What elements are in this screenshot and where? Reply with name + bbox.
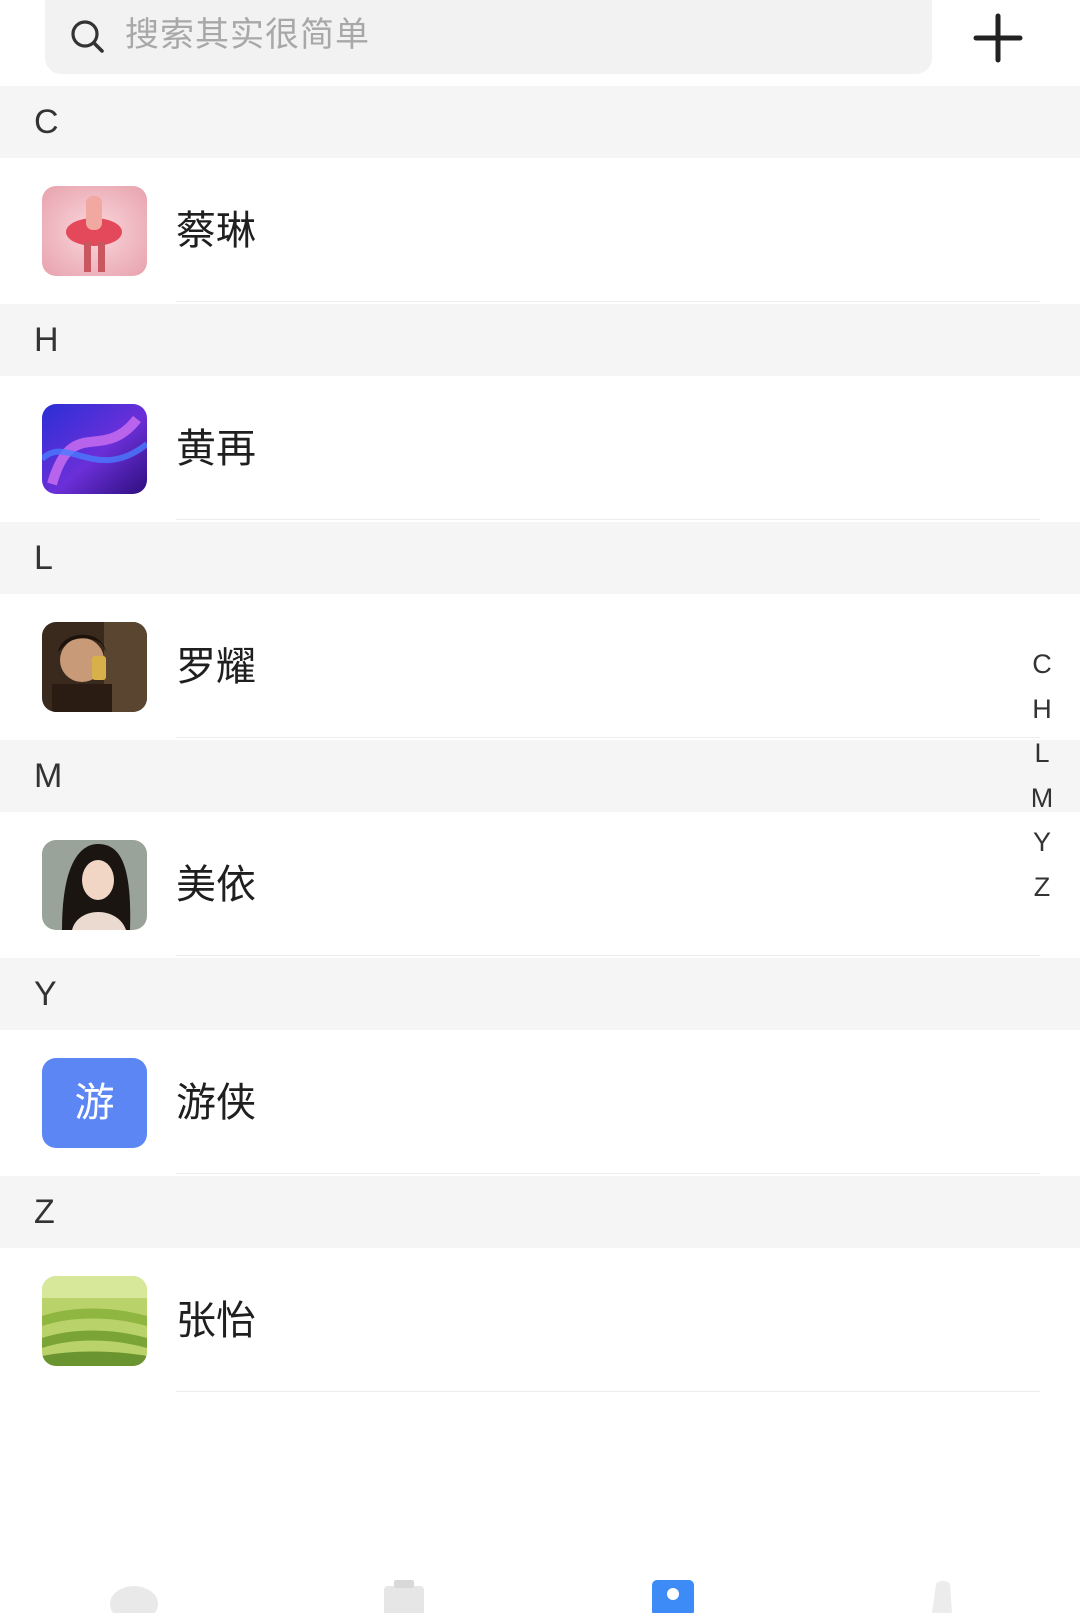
- contact-list: C 蔡琳 H 黄再 L 罗耀 M 美依 Y 游 游侠 Z 张怡: [0, 86, 1080, 1394]
- more-icon[interactable]: [922, 1578, 962, 1613]
- index-letter-c[interactable]: C: [1022, 642, 1062, 687]
- contact-row[interactable]: 美依: [0, 812, 1080, 958]
- avatar: [42, 404, 147, 494]
- contacts-card-icon[interactable]: [380, 1578, 428, 1613]
- section-letter: H: [34, 321, 59, 359]
- section-header-c: C: [0, 86, 1080, 158]
- bottom-nav: [0, 1578, 1080, 1613]
- section-letter: Z: [34, 1193, 55, 1231]
- section-header-h: H: [0, 304, 1080, 376]
- search-bar[interactable]: 搜索其实很简单: [45, 0, 932, 74]
- index-letter-y[interactable]: Y: [1022, 820, 1062, 865]
- avatar: 游: [42, 1058, 147, 1148]
- contact-name: 游侠: [176, 1080, 256, 1126]
- index-letter-l[interactable]: L: [1022, 731, 1062, 776]
- avatar: [42, 840, 147, 930]
- person-icon[interactable]: [650, 1578, 696, 1613]
- search-input[interactable]: 搜索其实很简单: [125, 0, 370, 70]
- contact-row[interactable]: 罗耀: [0, 594, 1080, 740]
- contact-name: 黄再: [176, 426, 256, 472]
- section-letter: M: [34, 757, 63, 795]
- index-letter-z[interactable]: Z: [1022, 865, 1062, 910]
- contact-row[interactable]: 蔡琳: [0, 158, 1080, 304]
- section-header-l: L: [0, 522, 1080, 594]
- contact-name: 美依: [176, 862, 256, 908]
- avatar-initial: 游: [42, 1058, 147, 1148]
- section-letter: C: [34, 103, 59, 141]
- avatar: [42, 186, 147, 276]
- avatar: [42, 1276, 147, 1366]
- index-letter-h[interactable]: H: [1022, 687, 1062, 732]
- search-icon: [71, 20, 104, 53]
- add-contact-button[interactable]: [970, 10, 1026, 66]
- section-letter: Y: [34, 975, 57, 1013]
- contact-row[interactable]: 游 游侠: [0, 1030, 1080, 1176]
- chat-icon[interactable]: [108, 1578, 160, 1613]
- section-letter: L: [34, 539, 53, 577]
- section-header-y: Y: [0, 958, 1080, 1030]
- avatar: [42, 622, 147, 712]
- section-header-m: M: [0, 740, 1080, 812]
- contact-name: 张怡: [176, 1298, 256, 1344]
- section-header-z: Z: [0, 1176, 1080, 1248]
- contact-name: 罗耀: [176, 644, 256, 690]
- top-bar: 搜索其实很简单: [0, 0, 1080, 86]
- index-letter-m[interactable]: M: [1022, 776, 1062, 821]
- contact-row[interactable]: 黄再: [0, 376, 1080, 522]
- alphabet-index[interactable]: C H L M Y Z: [1022, 642, 1062, 910]
- contact-row[interactable]: 张怡: [0, 1248, 1080, 1394]
- contact-name: 蔡琳: [176, 208, 256, 254]
